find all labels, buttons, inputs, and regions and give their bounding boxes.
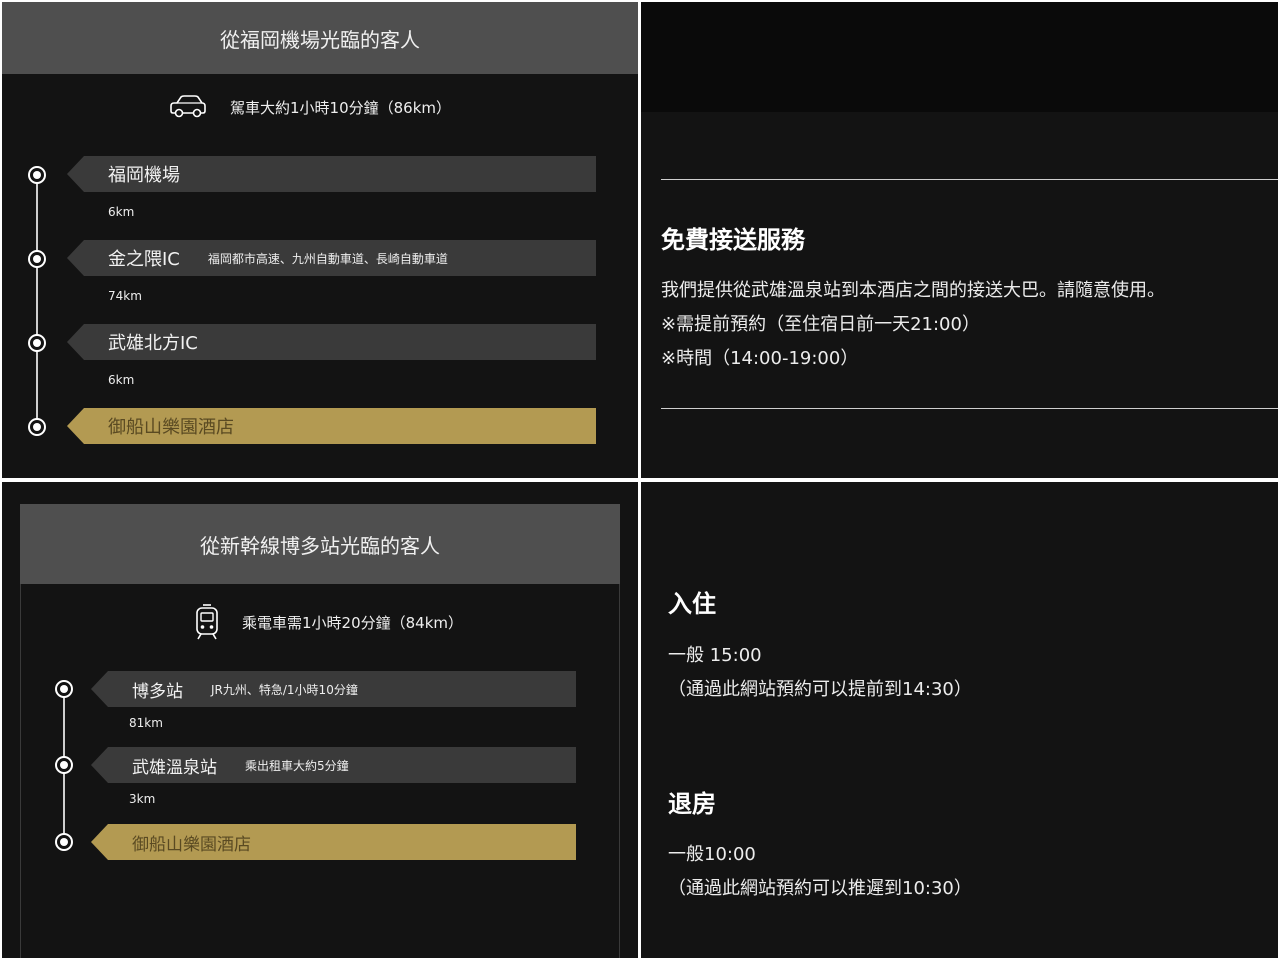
stop-takeo-onsen-station: 武雄溫泉站 乘出租車大約5分鐘 — [91, 747, 576, 783]
route-node-destination — [28, 418, 46, 436]
stop-distance: 74km — [108, 289, 142, 303]
shinkansen-route-summary: 乘電車需1小時20分鐘（84km） — [194, 604, 463, 640]
stop-note: JR九州、特急/1小時10分鐘 — [211, 682, 358, 697]
shuttle-title: 免費接送服務 — [661, 226, 805, 254]
stop-name: 金之隈IC — [108, 249, 180, 270]
shuttle-top-band — [641, 2, 1278, 112]
stop-takeo-kitagata-ic: 武雄北方IC — [67, 324, 596, 360]
shuttle-line: ※時間（14:00-19:00） — [661, 348, 859, 369]
stop-name: 福岡機場 — [108, 165, 180, 186]
route-node — [28, 166, 46, 184]
checkin-note: （通過此網站預約可以提前到14:30） — [668, 679, 972, 700]
stop-distance: 6km — [108, 373, 135, 387]
stop-hakata-station: 博多站 JR九州、特急/1小時10分鐘 — [91, 671, 576, 707]
shinkansen-route-panel: 從新幹線博多站光臨的客人 乘電車需1小時20分鐘（84km） 博多站 JR九州、… — [2, 482, 638, 958]
checkin-time: 一般 15:00 — [668, 645, 762, 666]
checkout-note: （通過此網站預約可以推遲到10:30） — [668, 878, 972, 899]
divider — [661, 179, 1278, 180]
checkin-info: 一般 15:00 （通過此網站預約可以提前到14:30） — [668, 639, 972, 707]
stop-hotel-destination: 御船山樂園酒店 — [91, 824, 576, 860]
stop-distance: 3km — [129, 792, 156, 806]
stop-note: 福岡都市高速、九州自動車道、長崎自動車道 — [207, 251, 448, 266]
airport-route-title: 從福岡機場光臨的客人 — [2, 2, 638, 74]
stop-kanenokuma-ic: 金之隈IC 福岡都市高速、九州自動車道、長崎自動車道 — [67, 240, 596, 276]
divider — [661, 408, 1278, 409]
shuttle-line: ※需提前預約（至住宿日前一天21:00） — [661, 314, 980, 335]
stop-hotel-destination: 御船山樂園酒店 — [67, 408, 596, 444]
route-node — [28, 250, 46, 268]
checkin-checkout-panel: 入住 一般 15:00 （通過此網站預約可以提前到14:30） 退房 一般10:… — [641, 482, 1278, 958]
shuttle-panel: 免費接送服務 我們提供從武雄溫泉站到本酒店之間的接送大巴。請隨意使用。 ※需提前… — [641, 2, 1278, 478]
shinkansen-route-title: 從新幹線博多站光臨的客人 — [20, 504, 620, 584]
stop-name: 武雄北方IC — [108, 333, 198, 354]
route-line — [36, 174, 38, 426]
airport-route-summary-text: 駕車大約1小時10分鐘（86km） — [230, 98, 452, 117]
stop-note: 乘出租車大約5分鐘 — [245, 758, 349, 773]
shinkansen-route-summary-text: 乘電車需1小時20分鐘（84km） — [242, 613, 464, 632]
stop-distance: 6km — [108, 205, 135, 219]
route-node — [55, 680, 73, 698]
route-node-destination — [55, 833, 73, 851]
stop-name: 御船山樂園酒店 — [132, 834, 251, 855]
shuttle-line: 我們提供從武雄溫泉站到本酒店之間的接送大巴。請隨意使用。 — [661, 280, 1165, 301]
route-node — [55, 756, 73, 774]
shuttle-description: 我們提供從武雄溫泉站到本酒店之間的接送大巴。請隨意使用。 ※需提前預約（至住宿日… — [661, 274, 1165, 376]
stop-name: 博多站 — [132, 681, 183, 702]
checkout-info: 一般10:00 （通過此網站預約可以推遲到10:30） — [668, 838, 972, 906]
airport-route-summary: 駕車大約1小時10分鐘（86km） — [168, 94, 451, 120]
car-icon — [170, 95, 206, 118]
route-node — [28, 334, 46, 352]
checkout-time: 一般10:00 — [668, 844, 756, 865]
airport-route-panel: 從福岡機場光臨的客人 駕車大約1小時10分鐘（86km） 福岡機場 6km 金之… — [2, 2, 638, 478]
stop-distance: 81km — [129, 716, 163, 730]
stop-fukuoka-airport: 福岡機場 — [67, 156, 596, 192]
checkin-title: 入住 — [668, 590, 716, 618]
stop-name: 武雄溫泉站 — [132, 757, 217, 778]
train-icon — [196, 604, 218, 640]
stop-name: 御船山樂園酒店 — [108, 417, 234, 438]
checkout-title: 退房 — [668, 790, 716, 818]
